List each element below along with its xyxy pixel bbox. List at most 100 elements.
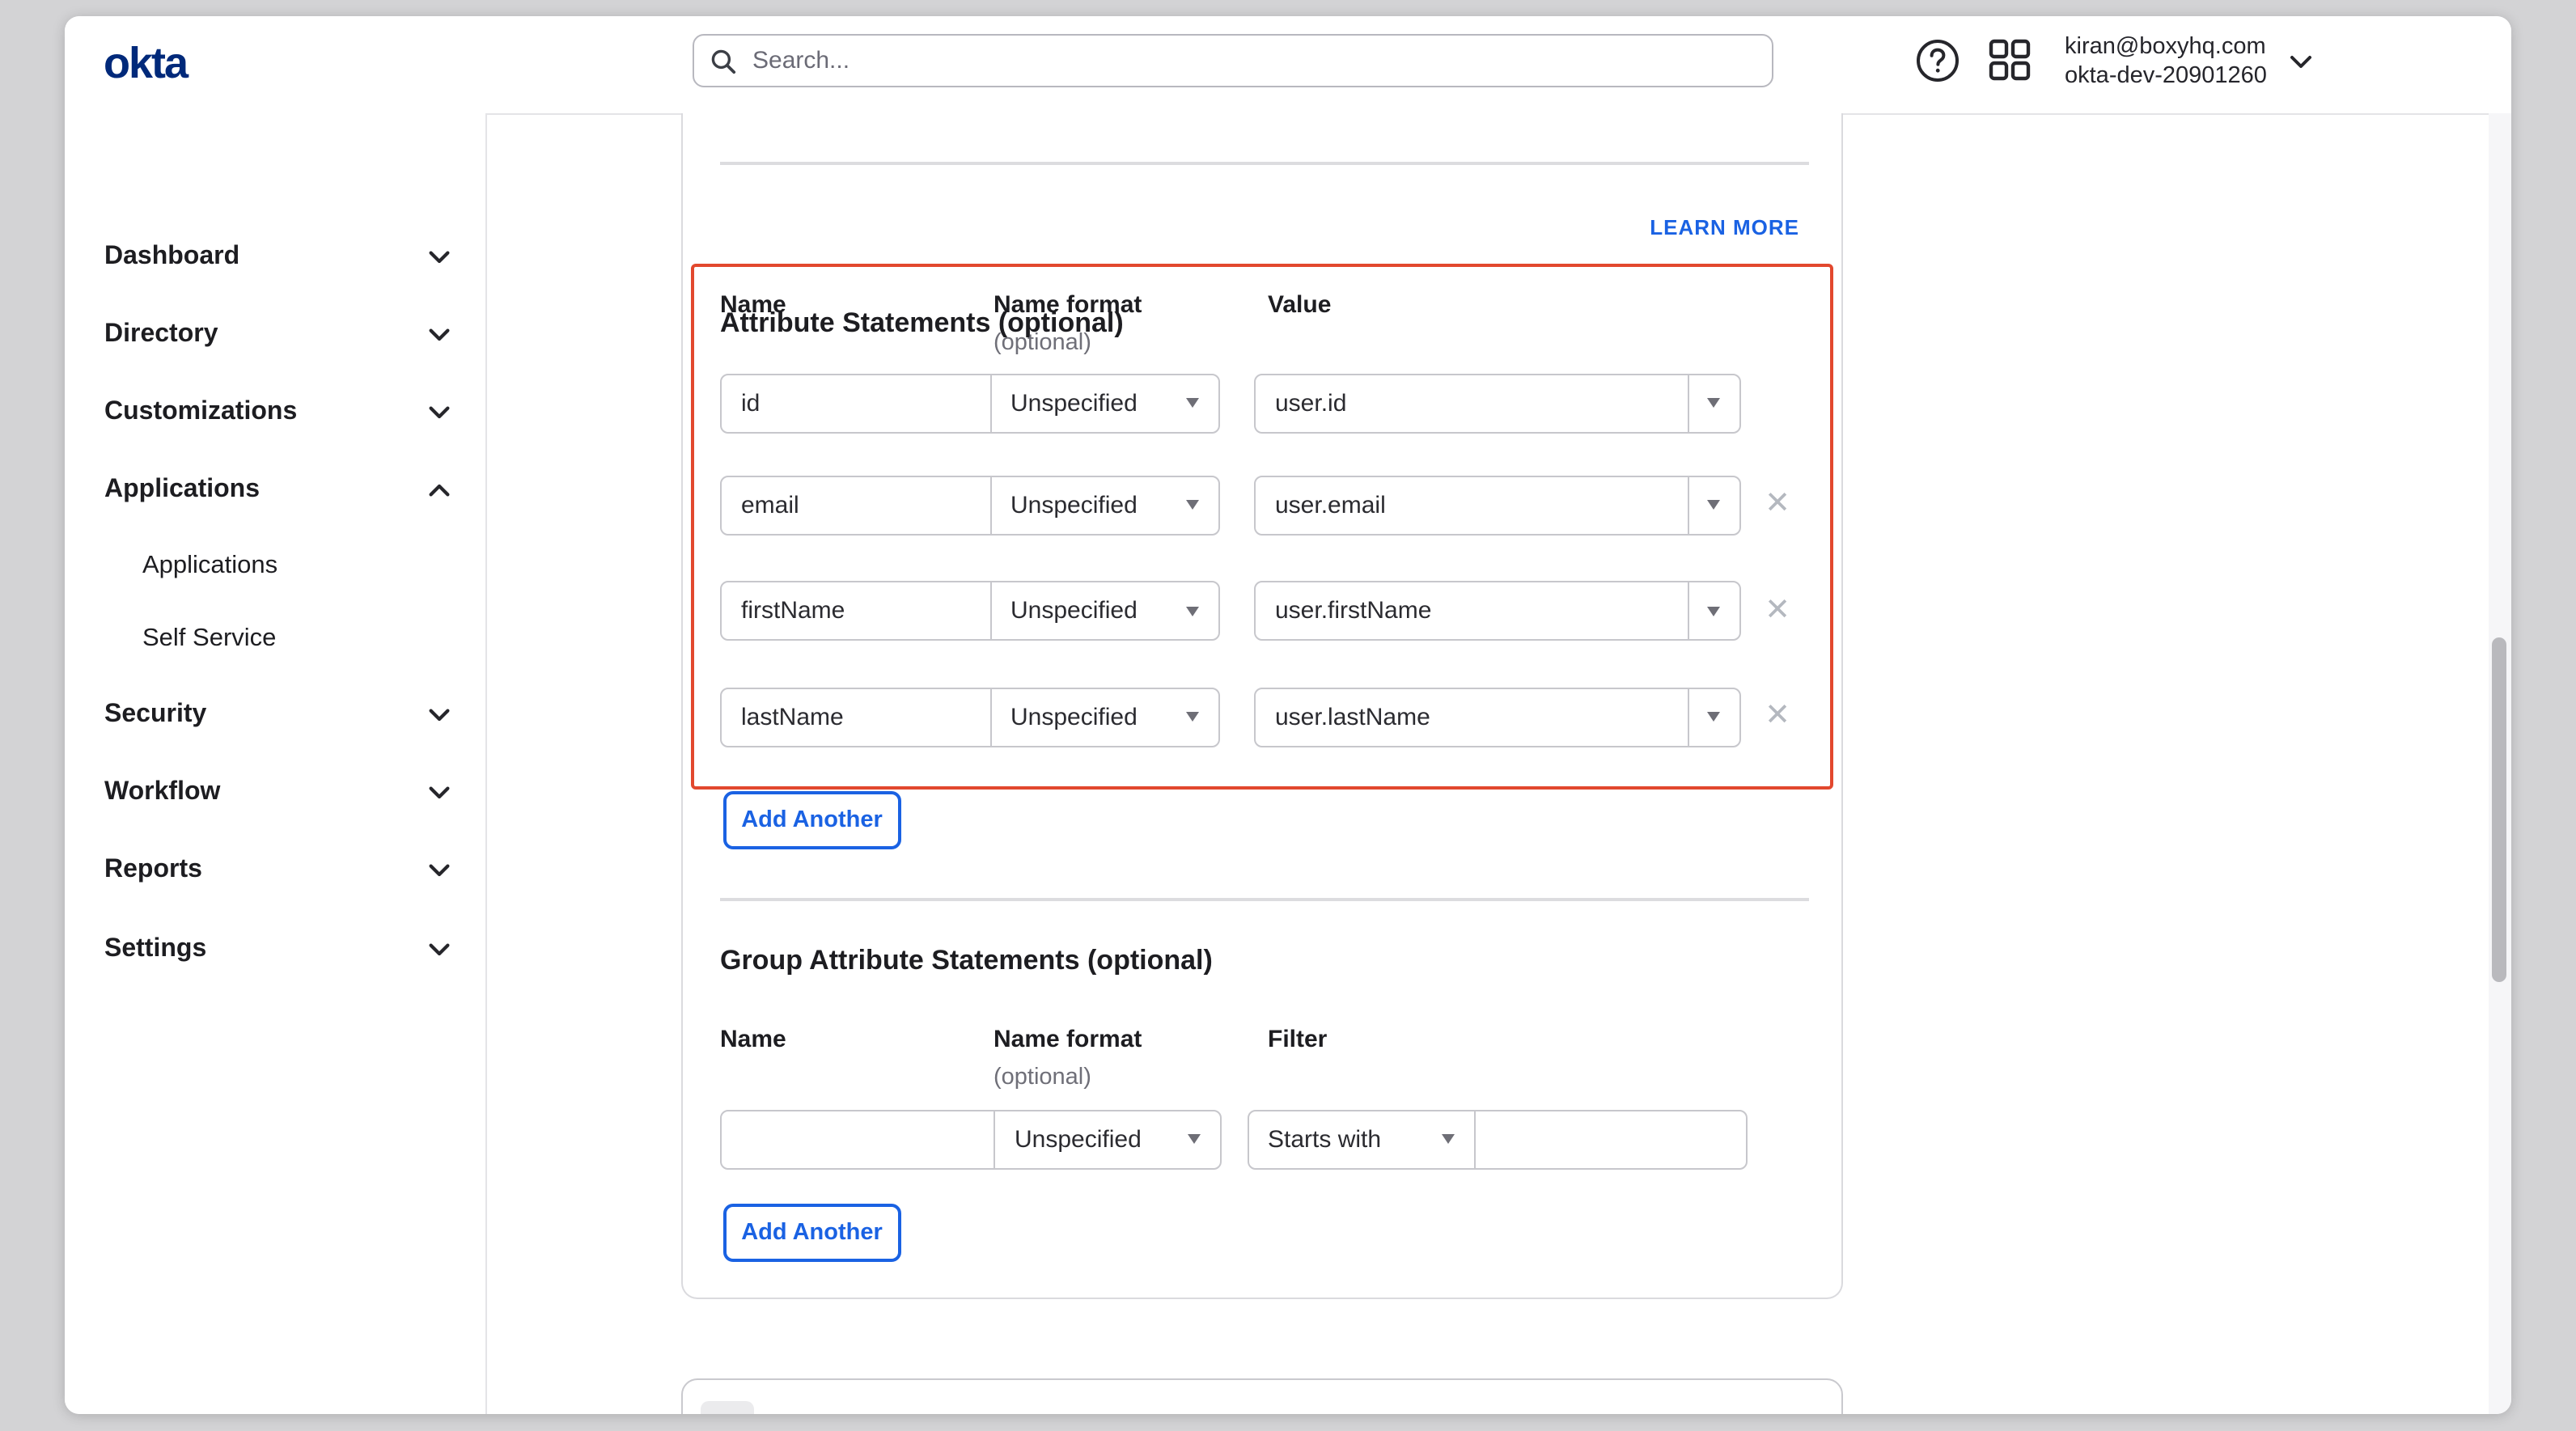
- chevron-down-icon: [2290, 55, 2312, 70]
- saml-settings-card: Attribute Statements (optional) LEARN MO…: [680, 113, 1843, 1299]
- dropdown-arrow-icon: [1185, 606, 1198, 616]
- col-filter-label: Filter: [1268, 1026, 1327, 1053]
- attr-format-value: Unspecified: [1010, 597, 1138, 624]
- attr-value-input[interactable]: [1256, 476, 1688, 533]
- chevron-down-icon: [429, 406, 450, 419]
- sidebar-item-customizations[interactable]: Customizations: [104, 395, 450, 430]
- attr-value-combo: [1254, 581, 1740, 641]
- group-filter-type-value: Starts with: [1268, 1125, 1381, 1153]
- sidebar-item-security[interactable]: Security: [104, 697, 450, 733]
- chevron-down-icon: [429, 785, 450, 798]
- okta-logo[interactable]: okta: [104, 39, 187, 89]
- chevron-down-icon: [429, 251, 450, 264]
- attr-name-input[interactable]: [722, 688, 989, 745]
- sidebar-subitem-self-service[interactable]: Self Service: [142, 621, 276, 657]
- col-format-note: (optional): [994, 1064, 1091, 1090]
- sidebar-item-label: Applications: [104, 476, 260, 505]
- attr-value-input[interactable]: [1256, 582, 1688, 639]
- user-menu[interactable]: kiran@boxyhq.com okta-dev-20901260: [2065, 34, 2312, 91]
- sidebar-item-label: Directory: [104, 320, 218, 349]
- sidebar-item-reports[interactable]: Reports: [104, 852, 450, 887]
- search-input[interactable]: [749, 45, 1756, 76]
- search-box: [693, 34, 1773, 87]
- attr-format-select[interactable]: Unspecified: [989, 375, 1218, 431]
- remove-row-button[interactable]: ✕: [1758, 485, 1797, 523]
- attr-value-dropdown[interactable]: [1688, 375, 1739, 431]
- sidebar-subitem-label: Self Service: [142, 624, 276, 654]
- okta-admin-window: okta: [65, 16, 2511, 1414]
- scrollbar-thumb[interactable]: [2492, 637, 2506, 981]
- sidebar-item-dashboard[interactable]: Dashboard: [104, 239, 450, 275]
- attr-value-combo: [1254, 475, 1740, 535]
- group-attribute-row: Unspecified Starts with: [682, 1109, 1841, 1169]
- next-section-card: [680, 1378, 1843, 1414]
- chevron-up-icon: [429, 484, 450, 497]
- sidebar-subitem-label: Applications: [142, 552, 278, 581]
- group-name-input[interactable]: [722, 1111, 994, 1167]
- sidebar-item-label: Reports: [104, 855, 202, 884]
- apps-grid-icon: [1989, 39, 2031, 81]
- dropdown-arrow-icon: [1187, 1134, 1200, 1144]
- remove-row-button[interactable]: ✕: [1758, 696, 1797, 735]
- chevron-down-icon: [429, 942, 450, 955]
- dropdown-arrow-icon: [1185, 500, 1198, 510]
- help-button[interactable]: [1914, 37, 1960, 83]
- chevron-down-icon: [429, 863, 450, 876]
- attr-value-combo: [1254, 373, 1740, 433]
- attr-name-input[interactable]: [722, 582, 989, 639]
- sidebar-item-directory[interactable]: Directory: [104, 317, 450, 353]
- dropdown-arrow-icon: [1708, 500, 1721, 510]
- sidebar: Dashboard Directory Customizations Appli…: [65, 113, 487, 1414]
- user-org: okta-dev-20901260: [2065, 62, 2267, 91]
- learn-more-link[interactable]: LEARN MORE: [1650, 215, 1799, 239]
- attribute-row: Unspecified ✕: [682, 475, 1841, 535]
- sidebar-item-settings[interactable]: Settings: [104, 931, 450, 967]
- section-divider: [720, 162, 1808, 164]
- group-format-value: Unspecified: [1015, 1125, 1142, 1153]
- attr-value-dropdown[interactable]: [1688, 476, 1739, 533]
- sidebar-item-applications[interactable]: Applications: [104, 472, 450, 508]
- attribute-row: Unspecified ✕: [682, 581, 1841, 641]
- add-another-attribute-button[interactable]: Add Another: [722, 790, 901, 849]
- attr-value-input[interactable]: [1256, 375, 1688, 431]
- attr-format-select[interactable]: Unspecified: [989, 688, 1218, 745]
- attr-format-select[interactable]: Unspecified: [989, 476, 1218, 533]
- col-format-note: (optional): [994, 329, 1091, 355]
- desktop: okta: [0, 0, 2576, 1431]
- attribute-row: Unspecified: [682, 373, 1841, 433]
- group-format-select[interactable]: Unspecified: [994, 1111, 1219, 1167]
- apps-grid-button[interactable]: [1987, 37, 2032, 83]
- remove-row-button[interactable]: ✕: [1758, 591, 1797, 629]
- group-filter-type-select[interactable]: Starts with: [1248, 1111, 1474, 1167]
- sidebar-subitem-applications[interactable]: Applications: [142, 548, 278, 584]
- section-divider: [720, 898, 1808, 900]
- chevron-down-icon: [429, 709, 450, 722]
- attr-name-input[interactable]: [722, 476, 989, 533]
- col-format-label: Name format: [994, 291, 1142, 319]
- col-name-label: Name: [720, 1026, 786, 1053]
- col-value-label: Value: [1268, 291, 1331, 319]
- attr-name-input[interactable]: [722, 375, 989, 431]
- attr-value-input[interactable]: [1256, 688, 1688, 745]
- attr-format-value: Unspecified: [1010, 703, 1138, 730]
- section-placeholder-square: [700, 1401, 754, 1414]
- dropdown-arrow-icon: [1185, 712, 1198, 722]
- user-email: kiran@boxyhq.com: [2065, 34, 2267, 62]
- help-icon: [1915, 38, 1959, 82]
- group-attribute-statements-title: Group Attribute Statements (optional): [720, 945, 1213, 977]
- attr-format-value: Unspecified: [1010, 389, 1138, 417]
- col-format-label: Name format: [994, 1026, 1142, 1053]
- add-another-group-attribute-button[interactable]: Add Another: [722, 1203, 901, 1262]
- col-name-label: Name: [720, 291, 786, 319]
- attr-value-dropdown[interactable]: [1688, 582, 1739, 639]
- scrollbar-track[interactable]: [2489, 113, 2510, 1414]
- group-filter-value-input[interactable]: [1476, 1111, 1745, 1167]
- attr-value-dropdown[interactable]: [1688, 688, 1739, 745]
- dropdown-arrow-icon: [1708, 398, 1721, 408]
- sidebar-item-label: Settings: [104, 934, 206, 963]
- dropdown-arrow-icon: [1708, 606, 1721, 616]
- attribute-row: Unspecified ✕: [682, 687, 1841, 747]
- attr-value-combo: [1254, 687, 1740, 747]
- attr-format-select[interactable]: Unspecified: [989, 582, 1218, 639]
- sidebar-item-workflow[interactable]: Workflow: [104, 774, 450, 810]
